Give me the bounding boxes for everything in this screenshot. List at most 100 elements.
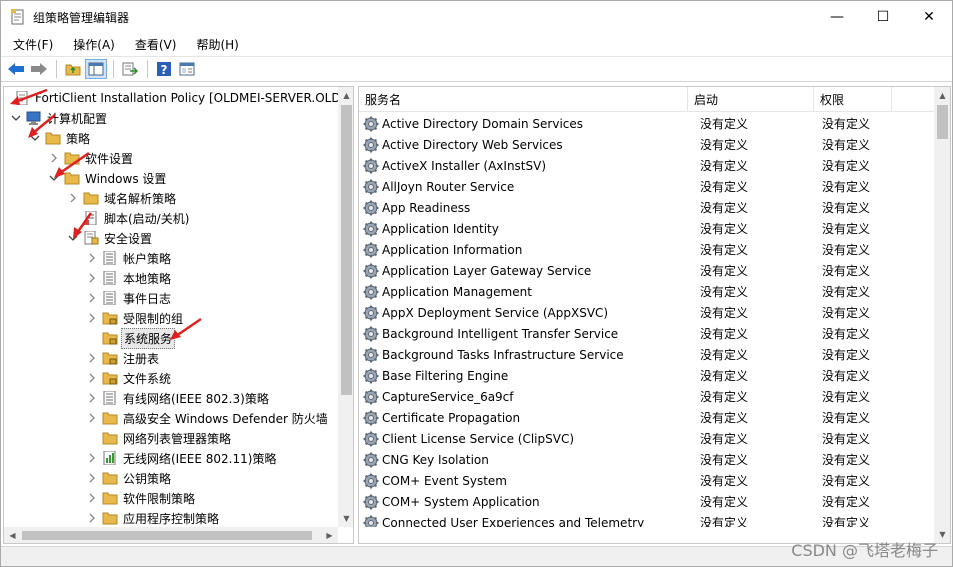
tree-node-label: 域名解析策略 xyxy=(104,191,177,206)
forward-button[interactable] xyxy=(28,59,50,79)
service-permission: 没有定义 xyxy=(822,117,871,131)
maximize-button[interactable]: ☐ xyxy=(860,1,906,33)
expanded-chevron-icon[interactable] xyxy=(48,172,60,184)
menu-action[interactable]: 操作(A) xyxy=(61,36,123,53)
collapsed-chevron-icon[interactable] xyxy=(86,272,98,284)
tree-node[interactable]: 高级安全 Windows Defender 防火墙 xyxy=(4,408,338,428)
menu-help[interactable]: 帮助(H) xyxy=(184,36,246,53)
service-row[interactable]: Active Directory Domain Services 没有定义 没有定义 xyxy=(359,113,934,134)
properties-button[interactable] xyxy=(176,59,198,79)
column-permission[interactable]: 权限 xyxy=(814,87,892,112)
service-row[interactable]: Certificate Propagation 没有定义 没有定义 xyxy=(359,407,934,428)
service-row[interactable]: AllJoyn Router Service 没有定义 没有定义 xyxy=(359,176,934,197)
collapsed-chevron-icon[interactable] xyxy=(86,292,98,304)
service-row[interactable]: Application Information 没有定义 没有定义 xyxy=(359,239,934,260)
expanded-chevron-icon[interactable] xyxy=(29,132,41,144)
list-vertical-scrollbar[interactable]: ▲ ▼ xyxy=(934,87,950,543)
tree-horizontal-scrollbar[interactable]: ◀ ▶ xyxy=(4,527,338,543)
scroll-down-arrow[interactable]: ▼ xyxy=(338,510,353,527)
service-row[interactable]: Application Management 没有定义 没有定义 xyxy=(359,281,934,302)
collapsed-chevron-icon[interactable] xyxy=(86,392,98,404)
tree-node-label: 注册表 xyxy=(123,351,160,366)
tree-node[interactable]: 域名解析策略 xyxy=(4,188,338,208)
tree-node[interactable]: 注册表 xyxy=(4,348,338,368)
services-list-pane[interactable]: ^ 服务名 启动 权限 Active Directory Domain Serv… xyxy=(358,86,951,544)
minimize-button[interactable]: — xyxy=(814,1,860,33)
export-list-button[interactable] xyxy=(119,59,141,79)
service-gear-icon xyxy=(363,221,379,237)
service-startup: 没有定义 xyxy=(700,306,749,320)
tree-node[interactable]: 本地策略 xyxy=(4,268,338,288)
tree-node[interactable]: 软件设置 xyxy=(4,148,338,168)
service-row[interactable]: Base Filtering Engine 没有定义 没有定义 xyxy=(359,365,934,386)
service-permission: 没有定义 xyxy=(822,411,871,425)
collapsed-chevron-icon[interactable] xyxy=(86,312,98,324)
tree-node[interactable]: 事件日志 xyxy=(4,288,338,308)
expanded-chevron-icon[interactable] xyxy=(67,232,79,244)
collapsed-chevron-icon[interactable] xyxy=(86,352,98,364)
console-tree-pane[interactable]: FortiClient Installation Policy [OLDMEI-… xyxy=(3,86,354,544)
tree-node[interactable]: 网络列表管理器策略 xyxy=(4,428,338,448)
service-row[interactable]: COM+ Event System 没有定义 没有定义 xyxy=(359,470,934,491)
tree-node[interactable]: 计算机配置 xyxy=(4,108,338,128)
tree-node[interactable]: 安全设置 xyxy=(4,228,338,248)
collapsed-chevron-icon[interactable] xyxy=(86,372,98,384)
service-permission: 没有定义 xyxy=(822,159,871,173)
collapsed-chevron-icon[interactable] xyxy=(86,252,98,264)
service-row[interactable]: COM+ System Application 没有定义 没有定义 xyxy=(359,491,934,512)
service-row[interactable]: Background Intelligent Transfer Service 没… xyxy=(359,323,934,344)
collapsed-chevron-icon[interactable] xyxy=(86,492,98,504)
scroll-left-arrow[interactable]: ◀ xyxy=(4,527,21,543)
scroll-right-arrow[interactable]: ▶ xyxy=(321,527,338,543)
collapsed-chevron-icon[interactable] xyxy=(48,152,60,164)
menu-file[interactable]: 文件(F) xyxy=(1,36,61,53)
column-startup[interactable]: 启动 xyxy=(688,87,814,112)
column-service-name[interactable]: ^ 服务名 xyxy=(359,87,688,112)
service-row[interactable]: App Readiness 没有定义 没有定义 xyxy=(359,197,934,218)
tree-node[interactable]: 帐户策略 xyxy=(4,248,338,268)
tree-vertical-scrollbar[interactable]: ▲ ▼ xyxy=(338,87,353,527)
tree-node[interactable]: 应用程序控制策略 xyxy=(4,508,338,527)
close-button[interactable]: ✕ xyxy=(906,1,952,33)
expanded-chevron-icon[interactable] xyxy=(10,112,22,124)
scroll-up-arrow[interactable]: ▲ xyxy=(338,87,353,104)
tree-node[interactable]: 受限制的组 xyxy=(4,308,338,328)
scroll-up-arrow[interactable]: ▲ xyxy=(934,87,950,104)
tree-node[interactable]: 策略 xyxy=(4,128,338,148)
tree-node[interactable]: 脚本(启动/关机) xyxy=(4,208,338,228)
collapsed-chevron-icon[interactable] xyxy=(86,412,98,424)
help-button[interactable]: ? xyxy=(153,59,175,79)
up-one-level-button[interactable] xyxy=(62,59,84,79)
collapsed-chevron-icon[interactable] xyxy=(86,512,98,524)
tree-node[interactable]: 系统服务 xyxy=(4,327,338,349)
scroll-thumb[interactable] xyxy=(341,105,352,395)
service-row[interactable]: CNG Key Isolation 没有定义 没有定义 xyxy=(359,449,934,470)
service-row[interactable]: Background Tasks Infrastructure Service 没… xyxy=(359,344,934,365)
tree-node[interactable]: 无线网络(IEEE 802.11)策略 xyxy=(4,448,338,468)
back-button[interactable] xyxy=(5,59,27,79)
collapsed-chevron-icon[interactable] xyxy=(67,192,79,204)
service-gear-icon xyxy=(363,473,379,489)
tree-node[interactable]: 文件系统 xyxy=(4,368,338,388)
service-row[interactable]: CaptureService_6a9cf 没有定义 没有定义 xyxy=(359,386,934,407)
tree-node[interactable]: 公钥策略 xyxy=(4,468,338,488)
computer-icon xyxy=(26,111,42,125)
show-hide-tree-button[interactable] xyxy=(85,59,107,79)
collapsed-chevron-icon[interactable] xyxy=(86,472,98,484)
menu-view[interactable]: 查看(V) xyxy=(123,36,185,53)
tree-node[interactable]: Windows 设置 xyxy=(4,168,338,188)
service-row[interactable]: Application Identity 没有定义 没有定义 xyxy=(359,218,934,239)
scroll-thumb[interactable] xyxy=(937,105,948,139)
service-name: CNG Key Isolation xyxy=(382,452,489,467)
service-row[interactable]: Connected User Experiences and Telemetry… xyxy=(359,512,934,527)
collapsed-chevron-icon[interactable] xyxy=(86,452,98,464)
service-row[interactable]: Active Directory Web Services 没有定义 没有定义 xyxy=(359,134,934,155)
service-row[interactable]: AppX Deployment Service (AppXSVC) 没有定义 没有定… xyxy=(359,302,934,323)
service-row[interactable]: ActiveX Installer (AxInstSV) 没有定义 没有定义 xyxy=(359,155,934,176)
scroll-thumb[interactable] xyxy=(22,531,312,540)
service-row[interactable]: Application Layer Gateway Service 没有定义 没有定… xyxy=(359,260,934,281)
tree-node[interactable]: FortiClient Installation Policy [OLDMEI-… xyxy=(4,88,338,108)
tree-node[interactable]: 有线网络(IEEE 802.3)策略 xyxy=(4,388,338,408)
service-row[interactable]: Client License Service (ClipSVC) 没有定义 没有定义 xyxy=(359,428,934,449)
tree-node[interactable]: 软件限制策略 xyxy=(4,488,338,508)
